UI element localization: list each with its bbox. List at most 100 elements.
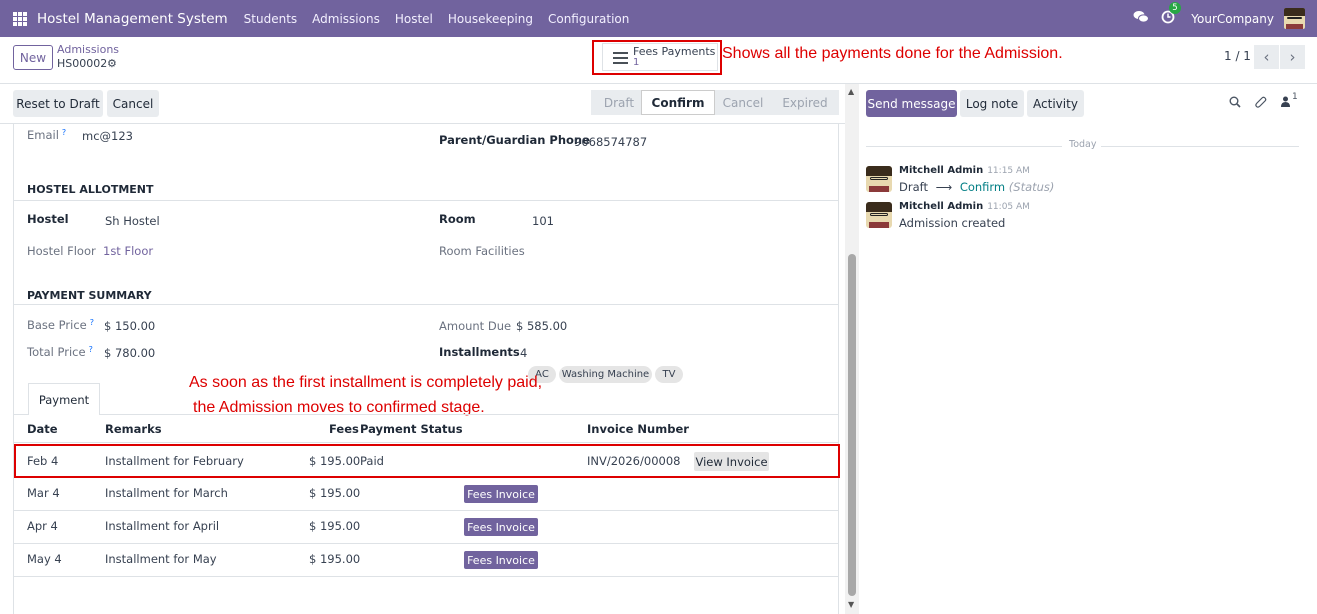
- fees-invoice-button[interactable]: Fees Invoice: [464, 485, 538, 503]
- row-fees: $ 195.00: [309, 519, 361, 533]
- row-date: May 4: [27, 552, 62, 566]
- message-author-avatar[interactable]: [866, 166, 892, 192]
- record-name: HS00002: [57, 57, 108, 70]
- followers-icon[interactable]: [1281, 96, 1290, 110]
- fees-payments-smart-button[interactable]: Fees Payments 1: [602, 43, 718, 71]
- facility-tag-washing-machine[interactable]: Washing Machine: [559, 366, 652, 383]
- scroll-up-arrow-icon[interactable]: ▲: [848, 87, 854, 96]
- scroll-down-arrow-icon[interactable]: ▼: [848, 600, 854, 609]
- search-icon[interactable]: [1229, 96, 1241, 111]
- column-fees[interactable]: Fees: [329, 422, 359, 436]
- base-price-label: Base Price?: [27, 318, 94, 332]
- pager-previous-button[interactable]: ‹: [1254, 45, 1279, 69]
- column-remarks[interactable]: Remarks: [105, 422, 162, 436]
- stage-confirm[interactable]: Confirm: [641, 90, 715, 115]
- room-value[interactable]: 101: [532, 214, 554, 228]
- smart-button-count: 1: [633, 57, 640, 68]
- row-remarks: Installment for May: [105, 552, 217, 566]
- row-date: Apr 4: [27, 519, 58, 533]
- menu-hostel[interactable]: Hostel: [395, 12, 433, 26]
- installments-value[interactable]: 4: [520, 346, 527, 360]
- row-date: Mar 4: [27, 486, 60, 500]
- pager-value[interactable]: 1 / 1: [1224, 49, 1251, 63]
- fees-invoice-button[interactable]: Fees Invoice: [464, 518, 538, 536]
- payment-summary-heading: PAYMENT SUMMARY: [27, 289, 152, 302]
- installments-label: Installments: [439, 345, 520, 359]
- message-author-avatar[interactable]: [866, 202, 892, 228]
- base-price-value[interactable]: $ 150.00: [104, 319, 155, 333]
- activity-clock-icon[interactable]: 5: [1161, 1, 1181, 28]
- message-author[interactable]: Mitchell Admin 11:05 AM: [899, 201, 1030, 212]
- new-button[interactable]: New: [13, 45, 53, 70]
- message-body: Admission created: [899, 216, 1006, 230]
- form-scrollbar[interactable]: ▲ ▼: [845, 84, 859, 614]
- log-note-button[interactable]: Log note: [960, 90, 1024, 117]
- table-row[interactable]: Apr 4 Installment for April $ 195.00 Fee…: [14, 511, 838, 544]
- column-payment-status[interactable]: Payment Status: [360, 422, 463, 436]
- date-separator-label: Today: [1069, 139, 1097, 150]
- message-time: 11:05 AM: [987, 202, 1030, 212]
- pager-next-button[interactable]: ›: [1280, 45, 1305, 69]
- column-invoice-number[interactable]: Invoice Number: [587, 422, 689, 436]
- annotation-confirm-line1: As soon as the first installment is comp…: [189, 374, 543, 391]
- fees-invoice-button[interactable]: Fees Invoice: [464, 551, 538, 569]
- section-separator: [14, 200, 838, 201]
- apps-menu-icon[interactable]: [13, 11, 27, 26]
- table-header-separator: [14, 442, 838, 443]
- send-message-button[interactable]: Send message: [866, 90, 957, 117]
- reset-to-draft-button[interactable]: Reset to Draft: [13, 90, 103, 117]
- arrow-right-icon: ⟶: [935, 180, 953, 194]
- tab-underline: [14, 414, 838, 415]
- messages-icon[interactable]: [1133, 10, 1150, 28]
- menu-configuration[interactable]: Configuration: [548, 12, 629, 26]
- tab-payment[interactable]: Payment: [28, 383, 100, 415]
- form-statusbar: Reset to Draft Cancel Draft Confirm Canc…: [0, 84, 845, 124]
- menu-students[interactable]: Students: [244, 12, 298, 26]
- guardian-phone-value[interactable]: 9068574787: [574, 135, 647, 149]
- chevron-left-icon: ‹: [1263, 48, 1270, 66]
- paperclip-icon[interactable]: [1255, 96, 1267, 112]
- total-price-label: Total Price?: [27, 345, 93, 359]
- scrollbar-thumb[interactable]: [848, 254, 856, 596]
- app-brand[interactable]: Hostel Management System: [37, 11, 228, 27]
- section-separator: [14, 304, 838, 305]
- company-switcher[interactable]: YourCompany: [1191, 12, 1274, 26]
- facility-tag-tv[interactable]: TV: [655, 366, 683, 383]
- amount-due-label: Amount Due: [439, 319, 512, 333]
- guardian-phone-label: Parent/Guardian Phone: [439, 133, 590, 147]
- gear-icon[interactable]: ⚙: [107, 57, 117, 70]
- column-date[interactable]: Date: [27, 422, 58, 436]
- stage-cancel[interactable]: Cancel: [715, 90, 771, 115]
- hostel-floor-link[interactable]: 1st Floor: [103, 244, 153, 258]
- activity-button[interactable]: Activity: [1027, 90, 1084, 117]
- menu-admissions[interactable]: Admissions: [312, 12, 380, 26]
- hostel-label: Hostel: [27, 212, 69, 226]
- row-fees: $ 195.00: [309, 486, 361, 500]
- message-author[interactable]: Mitchell Admin 11:15 AM: [899, 165, 1030, 176]
- cancel-button[interactable]: Cancel: [107, 90, 159, 117]
- table-row[interactable]: Mar 4 Installment for March $ 195.00 Fee…: [14, 478, 838, 511]
- chevron-right-icon: ›: [1289, 48, 1296, 66]
- email-label: Email?: [27, 128, 67, 142]
- total-price-value: $ 780.00: [104, 346, 156, 360]
- activity-badge: 5: [1169, 1, 1181, 14]
- stage-draft[interactable]: Draft: [591, 90, 647, 115]
- stage-expired[interactable]: Expired: [771, 90, 839, 115]
- hostel-value[interactable]: Sh Hostel: [105, 214, 160, 228]
- table-row[interactable]: May 4 Installment for May $ 195.00 Fees …: [14, 544, 838, 577]
- hostel-floor-label: Hostel Floor: [27, 244, 96, 258]
- row-remarks: Installment for March: [105, 486, 228, 500]
- user-avatar[interactable]: [1284, 8, 1305, 29]
- tracking-new-value: Confirm: [959, 180, 1006, 194]
- list-icon: [613, 52, 628, 67]
- date-separator-line: [1101, 146, 1299, 147]
- email-value[interactable]: mc@123: [82, 129, 133, 143]
- annotation-row-highlight: [14, 444, 840, 478]
- room-facilities-label: Room Facilities: [439, 244, 525, 258]
- chatter-panel: Send message Log note Activity 1 Today M…: [859, 84, 1317, 614]
- breadcrumb-admissions[interactable]: Admissions: [57, 43, 119, 56]
- tracking-old-value: Draft: [899, 180, 928, 194]
- row-remarks: Installment for April: [105, 519, 220, 533]
- amount-due-value: $ 585.00: [516, 319, 568, 333]
- menu-housekeeping[interactable]: Housekeeping: [448, 12, 533, 26]
